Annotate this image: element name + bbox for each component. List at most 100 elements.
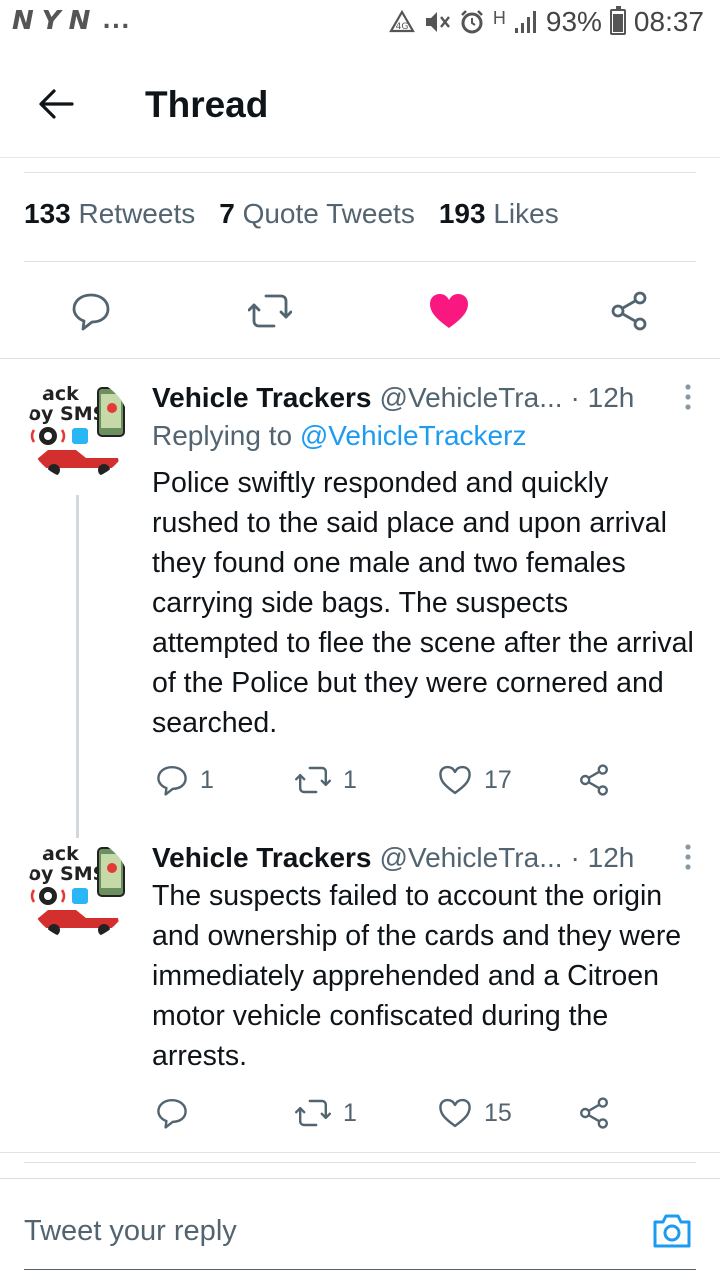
alarm-icon <box>460 10 483 34</box>
author-handle[interactable]: @VehicleTra... <box>380 842 563 874</box>
retweet-icon <box>295 766 331 794</box>
page-title: Thread <box>145 84 269 125</box>
retweet-icon <box>248 294 292 328</box>
thread-connector <box>76 495 79 838</box>
like-button[interactable] <box>427 290 471 332</box>
divider <box>24 172 696 173</box>
reply-input[interactable] <box>24 1211 624 1251</box>
avatar-text-1: ack <box>42 383 79 405</box>
network-type: H <box>492 7 506 28</box>
reply-composer <box>0 1178 720 1280</box>
share-button[interactable] <box>607 290 651 332</box>
battery-icon <box>609 6 626 35</box>
notification-icons: N Y N ... <box>12 6 130 36</box>
share-icon <box>611 291 647 331</box>
retweet-icon <box>295 1099 331 1127</box>
like-count: 17 <box>484 765 512 794</box>
author-handle[interactable]: @VehicleTra... <box>380 382 563 414</box>
svg-text:4G: 4G <box>396 22 409 32</box>
tweet-actions: 1 1 17 <box>152 760 692 800</box>
like-count: 15 <box>484 1098 512 1127</box>
more-options-button[interactable] <box>678 842 698 872</box>
more-options-button[interactable] <box>678 382 698 412</box>
notification-icon-n2: N <box>68 6 91 36</box>
retweets-stat[interactable]: 133 Retweets <box>24 198 195 230</box>
likes-stat[interactable]: 193 Likes <box>439 198 559 230</box>
retweet-button[interactable]: 1 <box>295 1093 357 1133</box>
notification-icon-n: N <box>12 6 34 36</box>
reply-button[interactable] <box>69 290 113 332</box>
tweet-action-bar <box>0 290 720 332</box>
engagement-stats: 133 Retweets 7 Quote Tweets 193 Likes <box>24 198 559 230</box>
back-arrow-icon <box>39 89 74 119</box>
reply-icon <box>157 1099 187 1129</box>
divider <box>24 1162 696 1163</box>
replying-to-label: Replying to <box>152 420 293 451</box>
signal-icon <box>514 11 536 33</box>
tweet-header: Vehicle Trackers @VehicleTra... · 12h <box>152 838 700 878</box>
mute-icon <box>425 12 450 32</box>
vehicle-trackers-logo: ack oy SMS <box>28 838 130 940</box>
input-underline <box>24 1269 696 1270</box>
avatar-text-1: ack <box>42 843 79 865</box>
replying-to: Replying to @VehicleTrackerz <box>152 420 526 452</box>
retweet-count: 1 <box>343 765 357 794</box>
tweet-time: · 12h <box>570 842 635 873</box>
reply-tweet[interactable]: ack oy SMS Vehicle Trackers @VehicleTra.… <box>0 378 720 838</box>
likes-count: 193 <box>438 198 486 229</box>
author-name[interactable]: Vehicle Trackers <box>152 382 372 414</box>
battery-percent: 93% <box>545 6 602 37</box>
notification-icon-y: Y <box>41 6 61 36</box>
divider <box>0 1152 720 1153</box>
share-icon <box>580 764 608 796</box>
tweet-text: The suspects failed to account the origi… <box>152 880 682 1072</box>
more-vertical-icon <box>685 384 691 410</box>
heart-filled-icon <box>430 294 468 328</box>
vehicle-trackers-logo: ack oy SMS <box>28 378 130 480</box>
tweet-text: Police swiftly responded and quickly rus… <box>152 467 694 739</box>
reply-tweet[interactable]: ack oy SMS Vehicle Trackers @VehicleTra.… <box>0 838 720 1138</box>
heart-icon <box>439 1098 471 1128</box>
add-photo-button[interactable] <box>650 1209 694 1253</box>
retweets-label: Retweets <box>78 198 196 229</box>
retweets-count: 133 <box>24 198 71 229</box>
author-name[interactable]: Vehicle Trackers <box>152 842 372 874</box>
back-button[interactable] <box>34 82 78 126</box>
clock: 08:37 <box>633 6 704 37</box>
reply-button[interactable] <box>156 1093 200 1133</box>
app-header: Thread <box>0 60 720 158</box>
share-icon <box>580 1097 608 1129</box>
system-status: 4G H 93% 08:37 <box>388 6 704 38</box>
avatar[interactable]: ack oy SMS <box>28 378 130 480</box>
reply-count: 1 <box>200 765 214 794</box>
more-vertical-icon <box>685 844 691 870</box>
avatar[interactable]: ack oy SMS <box>28 838 130 940</box>
replying-to-handle[interactable]: @VehicleTrackerz <box>300 420 527 451</box>
tweet-time: · 12h <box>570 382 635 413</box>
quotes-count: 7 <box>219 198 235 229</box>
likes-label: Likes <box>493 198 559 229</box>
reply-icon <box>72 293 110 331</box>
quotes-label: Quote Tweets <box>242 198 415 229</box>
heart-icon <box>439 765 471 795</box>
quote-tweets-stat[interactable]: 7 Quote Tweets <box>219 198 415 230</box>
like-button[interactable]: 17 <box>438 760 512 800</box>
share-button[interactable] <box>578 1093 610 1133</box>
avatar-text-2: oy SMS <box>28 863 106 885</box>
avatar-text-2: oy SMS <box>28 403 106 425</box>
divider <box>24 261 696 262</box>
retweet-button[interactable] <box>248 290 292 332</box>
share-button[interactable] <box>578 760 610 800</box>
status-bar: N Y N ... 4G H 93% 08:37 <box>0 0 720 52</box>
reply-button[interactable]: 1 <box>156 760 214 800</box>
retweet-button[interactable]: 1 <box>295 760 357 800</box>
hotspot-icon: 4G <box>388 10 415 33</box>
divider <box>0 358 720 359</box>
camera-icon <box>653 1214 691 1248</box>
reply-icon <box>157 766 187 796</box>
retweet-count: 1 <box>343 1098 357 1127</box>
more-notifications-icon: ... <box>102 8 131 34</box>
like-button[interactable]: 15 <box>438 1093 512 1133</box>
tweet-header: Vehicle Trackers @VehicleTra... · 12h <box>152 378 700 418</box>
tweet-actions: 1 15 <box>152 1093 692 1133</box>
